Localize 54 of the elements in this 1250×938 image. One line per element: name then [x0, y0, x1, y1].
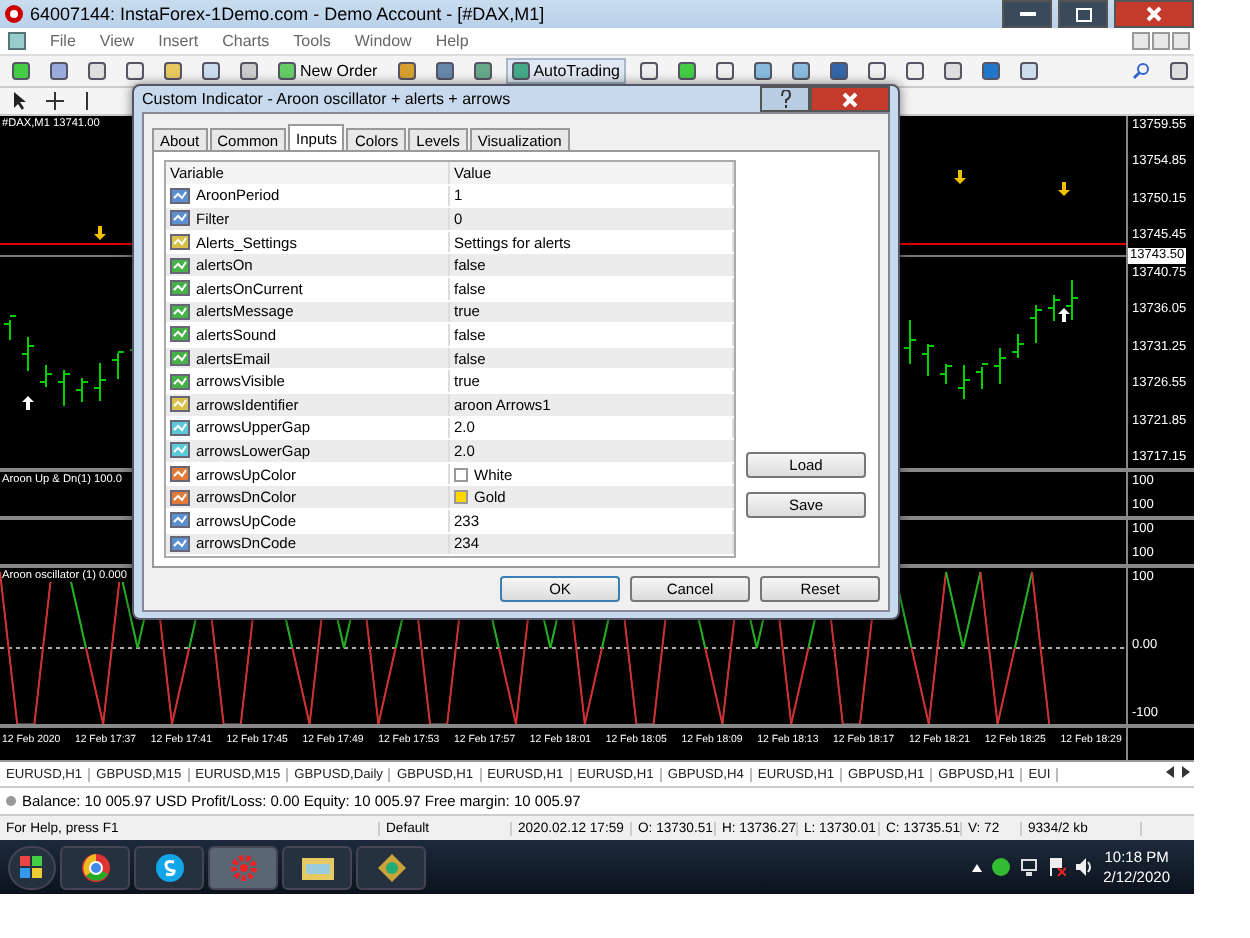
app-taskbar-button[interactable]	[356, 845, 426, 889]
minimize-icon	[1019, 12, 1035, 16]
menu-item[interactable]: Insert	[158, 32, 199, 50]
app-menu-icon[interactable]	[8, 32, 26, 50]
down-arrow-icon	[94, 226, 106, 240]
start-button[interactable]	[8, 845, 56, 889]
new-order-button[interactable]: New Order	[272, 58, 384, 84]
down-arrow-icon	[1058, 182, 1070, 196]
show-hidden-icons-icon[interactable]	[971, 863, 982, 871]
flag-icon[interactable]	[1047, 858, 1066, 876]
scroll-right-button[interactable]	[1178, 766, 1194, 782]
app-logo-icon	[4, 4, 24, 24]
vertical-line-icon	[84, 92, 90, 110]
help-button[interactable]	[760, 86, 810, 112]
search-icon	[1132, 62, 1150, 80]
network-icon[interactable]	[1019, 858, 1038, 876]
folder-icon	[301, 854, 333, 880]
browser-icon	[81, 853, 109, 881]
folder-taskbar-button[interactable]	[282, 845, 352, 889]
minimize-button[interactable]	[1002, 0, 1052, 28]
up-arrow-icon	[22, 396, 34, 410]
question-icon	[779, 90, 791, 108]
menu-item[interactable]: Tools	[293, 32, 331, 50]
speaker-icon[interactable]	[1075, 858, 1094, 876]
menu-item[interactable]: Window	[354, 32, 412, 50]
gear-icon	[229, 853, 257, 881]
trading-app-taskbar-button[interactable]	[208, 845, 278, 889]
windows-logo-icon	[20, 855, 44, 879]
dialog-title: Custom Indicator - Aroon oscillator + alerts + arrows	[142, 90, 513, 108]
down-arrow-icon	[954, 170, 966, 184]
up-arrow-icon	[1058, 308, 1070, 322]
window-title: 64007144: InstaForex-1Demo.com - Demo Account - [#DAX,M1]	[30, 4, 547, 24]
close-icon	[842, 91, 858, 107]
maximize-icon	[1075, 7, 1091, 21]
status-dot-icon	[6, 796, 16, 806]
scroll-left-button[interactable]	[1162, 766, 1178, 782]
close-button[interactable]	[810, 86, 890, 112]
diamond-icon	[377, 853, 405, 881]
browser-taskbar-button[interactable]	[60, 845, 130, 889]
close-button[interactable]	[1114, 0, 1194, 28]
maximize-button[interactable]	[1058, 0, 1108, 28]
menu-item[interactable]: Help	[435, 32, 469, 50]
close-icon	[1146, 6, 1162, 22]
messenger-icon	[155, 853, 183, 881]
messenger-taskbar-button[interactable]	[134, 845, 204, 889]
menu-item[interactable]: File	[50, 32, 76, 50]
crosshair-icon	[46, 92, 64, 110]
new-chart-button[interactable]	[6, 58, 36, 84]
shield-icon[interactable]	[991, 858, 1010, 876]
cursor-icon	[12, 92, 26, 110]
autotrading-button[interactable]: AutoTrading	[505, 58, 626, 84]
menu-item[interactable]: View	[99, 32, 135, 50]
menu-item[interactable]: Charts	[222, 32, 270, 50]
crosshair-button[interactable]	[40, 88, 70, 114]
